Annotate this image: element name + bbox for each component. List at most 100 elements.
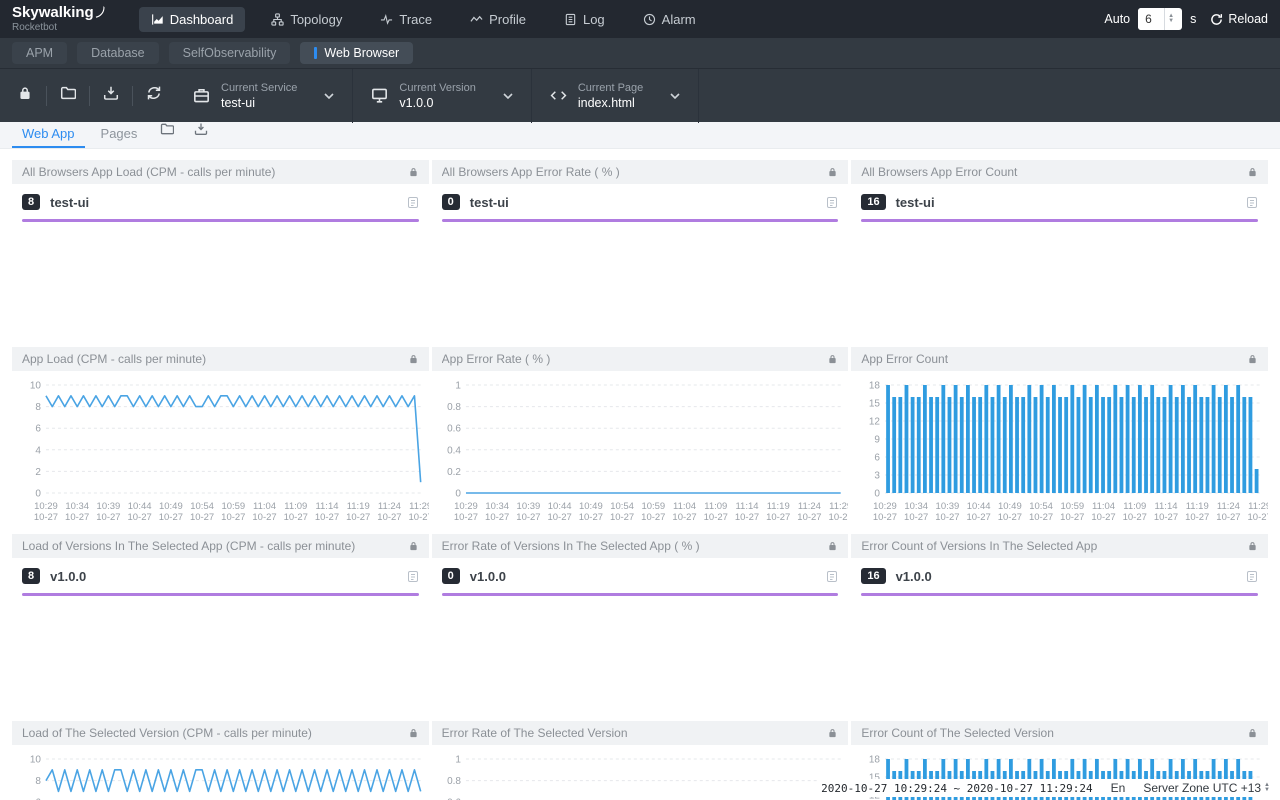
svg-text:8: 8 <box>35 402 41 413</box>
svg-text:10:34: 10:34 <box>905 501 929 512</box>
svg-text:11:24: 11:24 <box>378 501 401 512</box>
lock-icon[interactable] <box>1247 353 1258 365</box>
tabrow-folder-button[interactable] <box>153 122 181 148</box>
selector-current-page[interactable]: Current Pageindex.html <box>532 69 698 122</box>
copy-icon[interactable] <box>407 196 419 209</box>
language-switch[interactable]: En <box>1111 781 1126 795</box>
toolbar-refresh-button[interactable] <box>133 85 175 106</box>
lock-icon <box>17 85 33 106</box>
group-tab-web-browser[interactable]: Web Browser <box>300 42 413 64</box>
lock-icon[interactable] <box>1247 166 1258 178</box>
toolbar-lock-button[interactable] <box>4 85 46 106</box>
list-row: 8v1.0.0 <box>22 568 419 584</box>
nav-item-topology[interactable]: Topology <box>259 7 354 32</box>
list-row: 0test-ui <box>442 194 839 210</box>
item-label: test-ui <box>50 195 397 210</box>
list-item[interactable]: 8 test-ui <box>12 184 429 222</box>
copy-icon[interactable] <box>407 570 419 583</box>
lock-icon[interactable] <box>827 540 838 552</box>
auto-refresh-input[interactable] <box>1138 8 1164 30</box>
copy-icon[interactable] <box>826 570 838 583</box>
group-tab-label: Web Browser <box>324 46 399 60</box>
list-item[interactable]: 16test-ui <box>851 184 1268 222</box>
svg-text:10:49: 10:49 <box>159 501 183 512</box>
dashboard-grid: All Browsers App Load (CPM - calls per m… <box>0 149 1280 800</box>
topology-icon <box>271 13 284 26</box>
svg-text:10-27: 10-27 <box>1061 512 1085 523</box>
time-range-picker[interactable]: 2020-10-27 10:29:24 ~ 2020-10-27 11:29:2… <box>821 782 1093 795</box>
panel-all-browsers-app-load-cpm-calls-per-minute: All Browsers App Load (CPM - calls per m… <box>12 160 429 344</box>
list-row: 8 test-ui <box>22 194 419 210</box>
tab-web-app[interactable]: Web App <box>12 122 85 148</box>
list-item[interactable]: 0test-ui <box>432 184 849 222</box>
panel-title: App Error Count <box>861 352 1247 366</box>
group-tab-apm[interactable]: APM <box>12 42 67 64</box>
value-badge: 8 <box>22 194 40 210</box>
copy-icon[interactable] <box>826 196 838 209</box>
nav-item-log[interactable]: Log <box>552 7 617 32</box>
nav-item-trace[interactable]: Trace <box>368 7 444 32</box>
reload-button[interactable]: Reload <box>1210 12 1268 26</box>
app-logo[interactable]: Skywalking Rocketbot <box>12 5 105 33</box>
svg-text:10-27: 10-27 <box>936 512 960 523</box>
lock-icon[interactable] <box>408 353 419 365</box>
copy-icon[interactable] <box>1246 570 1258 583</box>
svg-text:0: 0 <box>875 488 881 499</box>
svg-text:2: 2 <box>35 467 41 478</box>
panel-title: Error Count of The Selected Version <box>861 726 1247 740</box>
panel-load-of-versions-in-the-selected-app-cpm-calls-per-minute: Load of Versions In The Selected App (CP… <box>12 534 429 718</box>
copy-icon[interactable] <box>1246 196 1258 209</box>
lock-icon[interactable] <box>827 727 838 739</box>
lock-icon[interactable] <box>408 727 419 739</box>
svg-text:10:59: 10:59 <box>221 501 245 512</box>
panel-title: Error Rate of The Selected Version <box>442 726 828 740</box>
group-tab-database[interactable]: Database <box>77 42 159 64</box>
nav-item-dashboard[interactable]: Dashboard <box>139 7 246 32</box>
svg-text:10-27: 10-27 <box>904 512 928 523</box>
lock-icon[interactable] <box>1247 727 1258 739</box>
selector-current-version[interactable]: Current Versionv1.0.0 <box>353 69 530 122</box>
chart-version-error-rate: 00.20.40.60.8110:2910-2710:3410-2710:391… <box>432 745 849 800</box>
list-item[interactable]: 8v1.0.0 <box>12 558 429 596</box>
toolbar-import-button[interactable] <box>90 85 132 106</box>
panel-error-rate-of-versions-in-the-selected-app: Error Rate of Versions In The Selected A… <box>432 534 849 718</box>
svg-text:11:09: 11:09 <box>284 501 307 512</box>
auto-refresh-stepper[interactable]: ▲▼ <box>1164 8 1177 30</box>
svg-text:10-27: 10-27 <box>221 512 245 523</box>
group-tab-selfobservability[interactable]: SelfObservability <box>169 42 291 64</box>
lock-icon[interactable] <box>827 353 838 365</box>
svg-text:10-27: 10-27 <box>672 512 696 523</box>
panel-title: All Browsers App Error Count <box>861 165 1247 179</box>
svg-text:10-27: 10-27 <box>610 512 634 523</box>
nav-item-profile[interactable]: Profile <box>458 7 538 32</box>
nav-item-alarm[interactable]: Alarm <box>631 7 708 32</box>
selection-underline <box>22 219 419 222</box>
zone-stepper[interactable]: ▲▼ <box>1264 783 1270 793</box>
list-item[interactable]: 16v1.0.0 <box>851 558 1268 596</box>
toolbar-folder-button[interactable] <box>47 85 89 106</box>
svg-text:11:09: 11:09 <box>1124 501 1147 512</box>
selector-current-service[interactable]: Current Servicetest-ui <box>175 69 352 122</box>
list-row: 16test-ui <box>861 194 1258 210</box>
svg-text:10:29: 10:29 <box>873 501 897 512</box>
list-item[interactable]: 0v1.0.0 <box>432 558 849 596</box>
chart-version-load: 024681010:2910-2710:3410-2710:3910-2710:… <box>12 745 429 800</box>
lock-icon[interactable] <box>408 166 419 178</box>
chart-app-error-rate: 00.20.40.60.8110:2910-2710:3410-2710:391… <box>432 371 849 529</box>
svg-text:10-27: 10-27 <box>1248 512 1268 523</box>
lock-icon[interactable] <box>1247 540 1258 552</box>
svg-text:10-27: 10-27 <box>998 512 1022 523</box>
lock-icon[interactable] <box>408 540 419 552</box>
selection-underline <box>442 593 839 596</box>
panel-title: App Error Rate ( % ) <box>442 352 828 366</box>
tab-pages[interactable]: Pages <box>91 122 148 148</box>
svg-text:10:29: 10:29 <box>34 501 58 512</box>
server-zone: Server Zone UTC +13 ▲▼ <box>1143 781 1270 795</box>
tabrow-import-button[interactable] <box>187 122 215 148</box>
lock-icon[interactable] <box>827 166 838 178</box>
svg-text:11:29: 11:29 <box>829 501 849 512</box>
svg-text:1: 1 <box>455 380 461 391</box>
svg-text:10:54: 10:54 <box>610 501 634 512</box>
selector-labels: Current Versionv1.0.0 <box>399 82 475 110</box>
svg-text:10:59: 10:59 <box>641 501 665 512</box>
